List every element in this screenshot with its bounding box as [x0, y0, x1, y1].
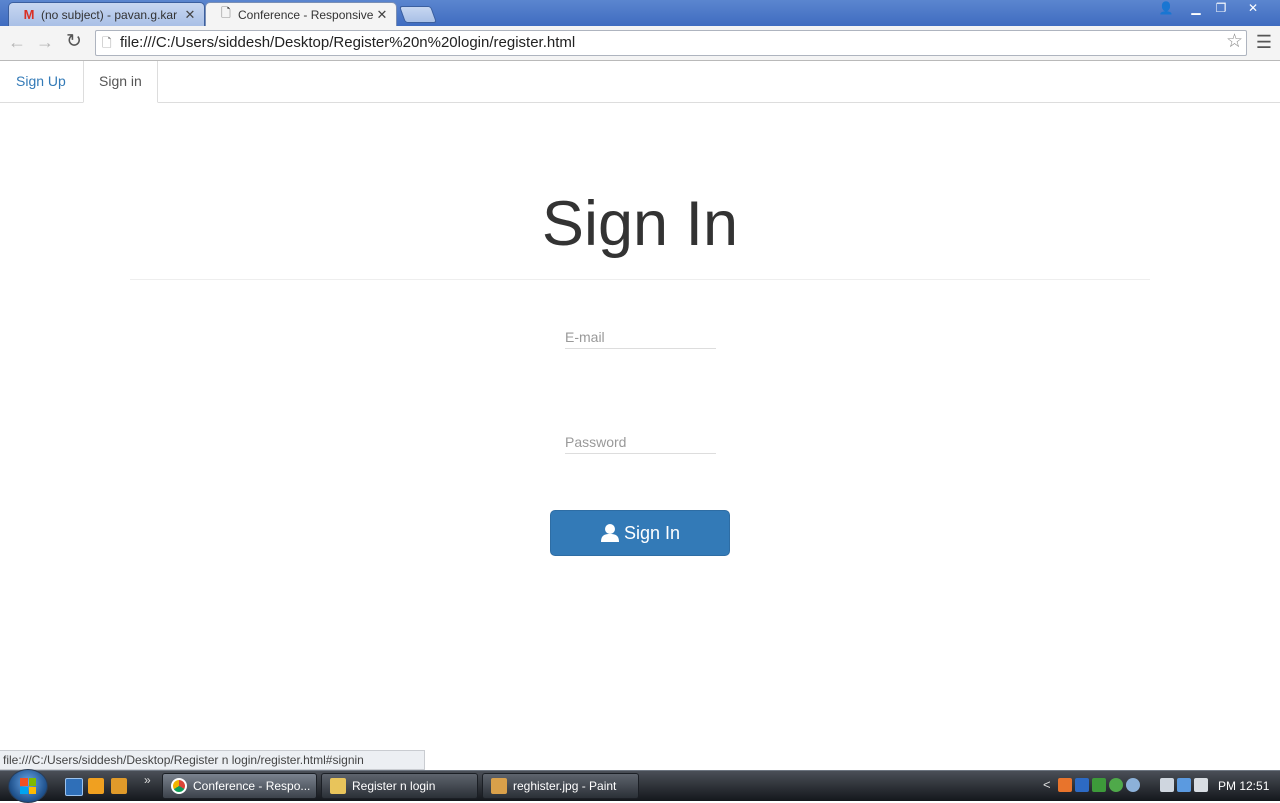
- taskbar-item-label: reghister.jpg - Paint: [513, 779, 617, 793]
- folder-icon: [330, 778, 346, 794]
- taskbar-item-paint[interactable]: reghister.jpg - Paint: [482, 773, 639, 799]
- taskbar-item-label: Register n login: [352, 779, 436, 793]
- tray-app-icon[interactable]: [1126, 778, 1140, 792]
- tab-sign-in[interactable]: Sign in: [83, 61, 158, 103]
- show-desktop-icon[interactable]: [65, 778, 83, 796]
- taskbar-item-folder[interactable]: Register n login: [321, 773, 478, 799]
- tab-title: (no subject) - pavan.g.kar: [41, 7, 178, 22]
- browser-tab-gmail[interactable]: M (no subject) - pavan.g.kar ✕: [8, 2, 205, 26]
- outlook-icon[interactable]: [88, 778, 104, 794]
- page-title: Sign In: [541, 189, 739, 259]
- forward-arrow-icon[interactable]: →: [33, 31, 57, 55]
- browser-titlebar: M (no subject) - pavan.g.kar ✕ 🗋 Confere…: [0, 0, 1280, 26]
- user-profile-icon[interactable]: 👤: [1152, 0, 1180, 18]
- bookmark-star-icon[interactable]: ☆: [1226, 30, 1243, 54]
- status-bar: file:///C:/Users/siddesh/Desktop/Registe…: [0, 750, 425, 770]
- sign-in-button-label: Sign In: [623, 522, 681, 543]
- page-tab-nav: Sign Up Sign in: [0, 61, 1280, 103]
- tab-sign-up[interactable]: Sign Up: [1, 61, 81, 103]
- tray-app-icon[interactable]: [1075, 778, 1089, 792]
- chrome-icon: [171, 778, 187, 794]
- volume-icon[interactable]: [1194, 778, 1208, 792]
- network-icon[interactable]: [1177, 778, 1191, 792]
- restore-button[interactable]: ❐: [1207, 0, 1235, 18]
- chrome-menu-icon[interactable]: ☰: [1254, 31, 1274, 55]
- close-window-button[interactable]: ✕: [1232, 0, 1274, 18]
- system-tray: [1058, 778, 1208, 792]
- address-bar[interactable]: 🗋 file:///C:/Users/siddesh/Desktop/Regis…: [95, 30, 1247, 56]
- tray-app-icon[interactable]: [1092, 778, 1106, 792]
- new-tab-button[interactable]: [398, 6, 438, 23]
- reload-icon[interactable]: ↻: [62, 31, 86, 55]
- page-icon: 🗋: [221, 6, 231, 20]
- minimize-button[interactable]: ▁: [1182, 0, 1210, 18]
- tab-title: Conference - Responsive: [238, 7, 374, 22]
- chevron-right-icon[interactable]: »: [144, 773, 151, 787]
- email-field[interactable]: [565, 325, 716, 349]
- tray-expand-icon[interactable]: <: [1043, 777, 1051, 792]
- close-tab-icon[interactable]: ✕: [374, 7, 390, 23]
- sign-in-button[interactable]: Sign In: [550, 510, 730, 556]
- address-url[interactable]: file:///C:/Users/siddesh/Desktop/Registe…: [120, 31, 575, 55]
- tray-app-icon[interactable]: [1058, 778, 1072, 792]
- windows-logo-icon: [20, 778, 36, 794]
- taskbar: » Conference - Respo... Register n login…: [0, 769, 1280, 803]
- back-arrow-icon[interactable]: ←: [5, 31, 29, 55]
- gmail-icon: M: [23, 7, 35, 22]
- password-field[interactable]: [565, 430, 716, 454]
- divider: [130, 279, 1150, 280]
- close-tab-icon[interactable]: ✕: [182, 7, 198, 23]
- page-icon: 🗋: [102, 36, 112, 50]
- tray-app-icon[interactable]: [1109, 778, 1123, 792]
- paint-icon: [491, 778, 507, 794]
- device-icon[interactable]: [1160, 778, 1174, 792]
- clock[interactable]: PM 12:51: [1218, 771, 1269, 801]
- taskbar-item-chrome[interactable]: Conference - Respo...: [162, 773, 317, 799]
- taskbar-item-label: Conference - Respo...: [193, 779, 311, 793]
- browser-tab-conference[interactable]: 🗋 Conference - Responsive ✕: [205, 2, 397, 26]
- user-icon: [600, 523, 620, 543]
- start-button[interactable]: [8, 769, 48, 803]
- media-player-icon[interactable]: [111, 778, 127, 794]
- browser-toolbar: ← → ↻ 🗋 file:///C:/Users/siddesh/Desktop…: [0, 26, 1280, 61]
